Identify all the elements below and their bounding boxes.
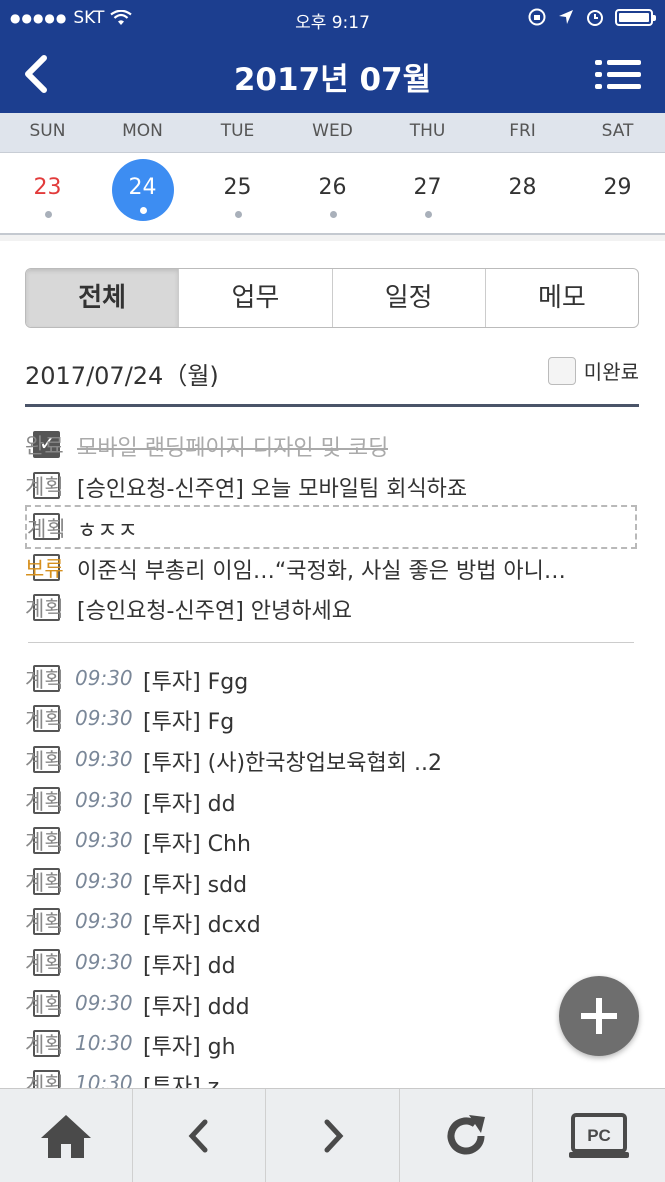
pc-label: PC (587, 1126, 611, 1145)
schedule-status: 계획 (25, 790, 64, 814)
list-menu-button[interactable] (595, 58, 641, 92)
previous-button[interactable] (132, 1089, 265, 1182)
tab-memo[interactable]: 메모 (484, 269, 638, 327)
date-row: 2017/07/24（월) 미완료 (25, 352, 639, 392)
event-dot (234, 211, 242, 218)
next-button[interactable] (265, 1089, 398, 1182)
weekday-label: THU (409, 121, 446, 141)
day-cell-selected[interactable]: 24 (95, 153, 190, 233)
task-status: 계획 (25, 597, 64, 621)
weekday-header: SUN MON TUE WED THU FRI SAT (0, 113, 665, 153)
day-cell[interactable]: 29 (570, 153, 665, 233)
pc-view-button[interactable]: PC (531, 1089, 665, 1182)
schedule-row[interactable]: 09:30 [투자] Fg 계획 (25, 699, 637, 739)
date-divider (25, 404, 639, 407)
schedule-row[interactable]: 09:30 [투자] Chh 계획 (25, 821, 637, 861)
incomplete-filter[interactable]: 미완료 (547, 356, 639, 385)
day-cell[interactable]: 23 (0, 153, 95, 233)
weekday-label: WED (312, 121, 353, 141)
weekday-label: MON (122, 121, 163, 141)
divider (0, 235, 665, 241)
location-icon (559, 10, 573, 24)
day-number: 25 (223, 175, 252, 200)
day-number: 27 (413, 175, 442, 200)
home-icon (41, 1114, 92, 1158)
category-tabs: 전체 업무 일정 메모 (25, 268, 639, 328)
add-button[interactable] (559, 976, 639, 1056)
day-cell[interactable]: 27 (380, 153, 475, 233)
bottom-toolbar: PC (0, 1088, 665, 1182)
day-number: 24 (128, 175, 157, 200)
event-dot (44, 211, 52, 218)
schedule-status: 계획 (25, 1033, 64, 1057)
tab-schedule[interactable]: 일정 (331, 269, 485, 327)
tab-all[interactable]: 전체 (26, 269, 179, 327)
pc-monitor-icon: PC (568, 1112, 629, 1158)
incomplete-checkbox[interactable] (547, 356, 576, 385)
rotation-lock-icon (528, 8, 546, 26)
schedule-row[interactable]: 09:30 [투자] ddd 계획 (25, 984, 637, 1024)
schedule-row[interactable]: 10:30 [투자] z 계획 (25, 1064, 637, 1088)
refresh-icon (447, 1114, 485, 1154)
selected-date-label: 2017/07/24（월) (25, 362, 219, 390)
task-row[interactable]: ㅎㅈㅈ 계획 (25, 505, 637, 549)
event-dot (424, 211, 432, 218)
task-status: 계획 (27, 517, 66, 541)
weekday-label: FRI (509, 121, 536, 141)
schedule-status: 계획 (25, 830, 64, 854)
schedule-status: 계획 (25, 911, 64, 935)
weekday-label: TUE (220, 121, 255, 141)
schedule-status: 계획 (25, 1073, 64, 1088)
task-status: 완료 (25, 434, 64, 458)
status-bar: ●●●●● SKT 오후 9:17 (0, 0, 665, 36)
day-number: 26 (318, 175, 347, 200)
task-row[interactable]: [승인요청-신주연] 오늘 모바일팀 회식하죠 계획 (25, 466, 637, 506)
home-button[interactable] (0, 1089, 132, 1182)
event-dot (139, 207, 147, 214)
schedule-row[interactable]: 09:30 [투자] dd 계획 (25, 781, 637, 821)
schedule-status: 계획 (25, 993, 64, 1017)
schedule-row[interactable]: 09:30 [투자] dd 계획 (25, 943, 637, 983)
schedule-status: 계획 (25, 952, 64, 976)
schedule-status: 계획 (25, 871, 64, 895)
page-title: 2017년 07월 (233, 62, 432, 98)
chevron-left-icon (188, 1119, 208, 1152)
day-number: 23 (33, 175, 62, 200)
battery-icon (615, 8, 656, 26)
schedule-row[interactable]: 09:30 [투자] sdd 계획 (25, 862, 637, 902)
day-cell[interactable]: 26 (285, 153, 380, 233)
day-number: 28 (508, 175, 537, 200)
task-status: 보류 (25, 557, 64, 581)
schedule-row[interactable]: 09:30 [투자] Fgg 계획 (25, 659, 637, 699)
day-cell[interactable]: 25 (190, 153, 285, 233)
refresh-button[interactable] (398, 1089, 532, 1182)
schedule-row[interactable]: 09:30 [투자] (사)한국창업보육협회 ..2 계획 (25, 740, 637, 780)
day-number: 29 (603, 175, 632, 200)
list-divider (28, 642, 634, 643)
weekday-label: SAT (601, 121, 634, 141)
schedule-row[interactable]: 09:30 [투자] dcxd 계획 (25, 902, 637, 942)
tab-work[interactable]: 업무 (178, 269, 331, 327)
schedule-status: 계획 (25, 708, 64, 732)
week-day-strip: 23 24 25 26 27 28 29 (0, 153, 665, 235)
schedule-row[interactable]: 10:30 [투자] gh 계획 (25, 1024, 637, 1064)
schedule-status: 계획 (25, 668, 64, 692)
event-dot (329, 211, 337, 218)
top-bar: ●●●●● SKT 오후 9:17 2017년 07월 (0, 0, 665, 113)
weekday-label: SUN (29, 121, 66, 141)
chevron-right-icon (324, 1119, 343, 1152)
app-header: 2017년 07월 (0, 36, 665, 113)
task-row[interactable]: [승인요청-신주연] 안녕하세요 계획 (25, 588, 637, 628)
task-row[interactable]: 이준식 부총리 이임…“국정화, 사실 좋은 방법 아니… 보류 (25, 548, 637, 588)
task-row[interactable]: 모바일 랜딩페이지 디자인 및 코딩 완료 (25, 425, 637, 465)
task-status: 계획 (25, 475, 64, 499)
incomplete-label: 미완료 (583, 360, 639, 384)
alarm-icon (587, 10, 603, 26)
schedule-status: 계획 (25, 749, 64, 773)
day-cell[interactable]: 28 (475, 153, 570, 233)
